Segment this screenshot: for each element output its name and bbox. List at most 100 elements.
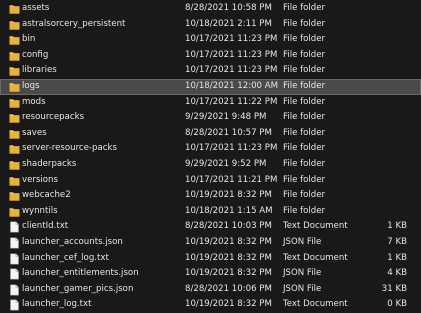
file-type: File folder (283, 143, 326, 154)
folder-row[interactable]: saves 8/28/2021 10:57 PM File folder (0, 126, 421, 142)
document-icon (9, 237, 20, 249)
file-name: logs (22, 80, 40, 91)
folder-icon (9, 65, 20, 77)
folder-row[interactable]: libraries 10/17/2021 11:23 PM File folder (0, 63, 421, 79)
folder-icon (9, 34, 20, 46)
file-name: clientId.txt (22, 221, 69, 232)
file-row[interactable]: clientId.txt 8/28/2021 10:03 PM Text Docum… (0, 219, 421, 235)
folder-row[interactable]: bin 10/17/2021 11:23 PM File folder (0, 32, 421, 48)
folder-row[interactable]: assets 8/28/2021 10:58 PM File folder (0, 1, 421, 17)
file-type: JSON File (283, 236, 322, 247)
file-type: File folder (283, 158, 326, 169)
date-modified: 10/18/2021 2:11 PM (185, 18, 272, 29)
file-name: shaderpacks (22, 158, 77, 169)
file-row[interactable]: launcher_accounts.json 10/19/2021 8:32 PM… (0, 235, 421, 251)
file-name: bin (22, 34, 36, 45)
file-name: launcher_cef_log.txt (22, 252, 109, 263)
file-row[interactable]: launcher_entitlements.json 10/19/2021 8:3… (0, 266, 421, 282)
folder-icon (9, 128, 20, 140)
folder-icon (9, 175, 20, 187)
file-type: File folder (283, 174, 326, 185)
file-type: File folder (283, 205, 326, 216)
file-name: assets (22, 3, 50, 13)
folder-row[interactable]: server-resource-packs 10/17/2021 11:23 PM… (0, 141, 421, 157)
document-icon (9, 299, 20, 311)
file-type: JSON File (283, 283, 322, 294)
file-type: JSON File (283, 268, 322, 279)
date-modified: 10/17/2021 11:23 PM (185, 143, 278, 154)
date-modified: 10/19/2021 8:32 PM (185, 236, 272, 247)
file-size: 7 KB (387, 236, 407, 247)
file-name: webcache2 (22, 190, 71, 201)
folder-row[interactable]: config 10/17/2021 11:23 PM File folder (0, 48, 421, 64)
folder-icon (9, 19, 20, 31)
file-name: launcher_gamer_pics.json (22, 283, 134, 294)
file-name: launcher_entitlements.json (22, 268, 139, 279)
date-modified: 10/17/2021 11:22 PM (185, 96, 278, 107)
file-type: File folder (283, 3, 326, 13)
date-modified: 10/17/2021 11:23 PM (185, 49, 278, 60)
date-modified: 10/17/2021 11:21 PM (185, 174, 278, 185)
folder-row[interactable]: resourcepacks 9/29/2021 9:48 PM File folde… (0, 110, 421, 126)
file-type: File folder (283, 65, 326, 76)
folder-row[interactable]: webcache2 10/19/2021 8:32 PM File folder (0, 188, 421, 204)
date-modified: 8/28/2021 10:06 PM (185, 283, 272, 294)
file-size: 31 KB (381, 283, 407, 294)
date-modified: 10/19/2021 8:32 PM (185, 190, 272, 201)
file-size: 1 KB (387, 221, 407, 232)
folder-icon (9, 112, 20, 124)
file-type: File folder (283, 80, 326, 91)
file-name: resourcepacks (22, 112, 85, 123)
file-type: File folder (283, 112, 326, 123)
date-modified: 10/17/2021 11:23 PM (185, 34, 278, 45)
file-type: File folder (283, 190, 326, 201)
document-icon (9, 268, 20, 280)
folder-icon (9, 206, 20, 218)
folder-row[interactable]: logs 10/18/2021 12:00 AM File folder (0, 78, 421, 95)
file-row[interactable]: launcher_gamer_pics.json 8/28/2021 10:06 … (0, 282, 421, 298)
date-modified: 10/19/2021 8:32 PM (185, 268, 272, 279)
folder-icon (9, 190, 20, 202)
file-size: 4 KB (387, 268, 407, 279)
file-type: File folder (283, 34, 326, 45)
file-name: astralsorcery_persistent (22, 18, 126, 29)
file-name: libraries (22, 65, 57, 76)
file-list[interactable]: assets 8/28/2021 10:58 PM File folder astra… (0, 1, 421, 313)
file-row[interactable]: launcher_cef_log.txt 10/19/2021 8:32 PM Te… (0, 251, 421, 267)
folder-row[interactable]: astralsorcery_persistent 10/18/2021 2:11 … (0, 17, 421, 33)
file-name: wynntils (22, 205, 58, 216)
file-type: File folder (283, 96, 326, 107)
folder-row[interactable]: versions 10/17/2021 11:21 PM File folder (0, 173, 421, 189)
file-size: 1 KB (387, 252, 407, 263)
folder-icon (9, 50, 20, 62)
file-type: File folder (283, 127, 326, 138)
file-name: server-resource-packs (22, 143, 117, 154)
file-name: versions (22, 174, 58, 185)
document-icon (9, 221, 20, 233)
folder-icon (9, 143, 20, 155)
date-modified: 10/18/2021 12:00 AM (185, 80, 279, 91)
file-name: saves (22, 127, 47, 138)
folder-row[interactable]: wynntils 10/18/2021 1:15 AM File folder (0, 204, 421, 220)
date-modified: 8/28/2021 10:58 PM (185, 3, 272, 13)
folder-icon (9, 3, 20, 15)
date-modified: 10/19/2021 8:32 PM (185, 252, 272, 263)
file-name: mods (22, 96, 46, 107)
folder-icon (9, 97, 20, 109)
date-modified: 9/29/2021 9:48 PM (185, 112, 267, 123)
date-modified: 10/17/2021 11:23 PM (185, 65, 278, 76)
file-type: File folder (283, 49, 326, 60)
file-type: Text Document (283, 221, 348, 232)
folder-row[interactable]: shaderpacks 9/29/2021 9:52 PM File folder (0, 157, 421, 173)
folder-icon (9, 81, 20, 93)
date-modified: 8/28/2021 10:03 PM (185, 221, 272, 232)
document-icon (9, 253, 20, 265)
file-type: File folder (283, 18, 326, 29)
date-modified: 8/28/2021 10:57 PM (185, 127, 272, 138)
date-modified: 9/29/2021 9:52 PM (185, 158, 267, 169)
folder-row[interactable]: mods 10/17/2021 11:22 PM File folder (0, 95, 421, 111)
file-name: config (22, 49, 49, 60)
file-name: launcher_accounts.json (22, 236, 123, 247)
file-type: Text Document (283, 252, 348, 263)
folder-icon (9, 159, 20, 171)
